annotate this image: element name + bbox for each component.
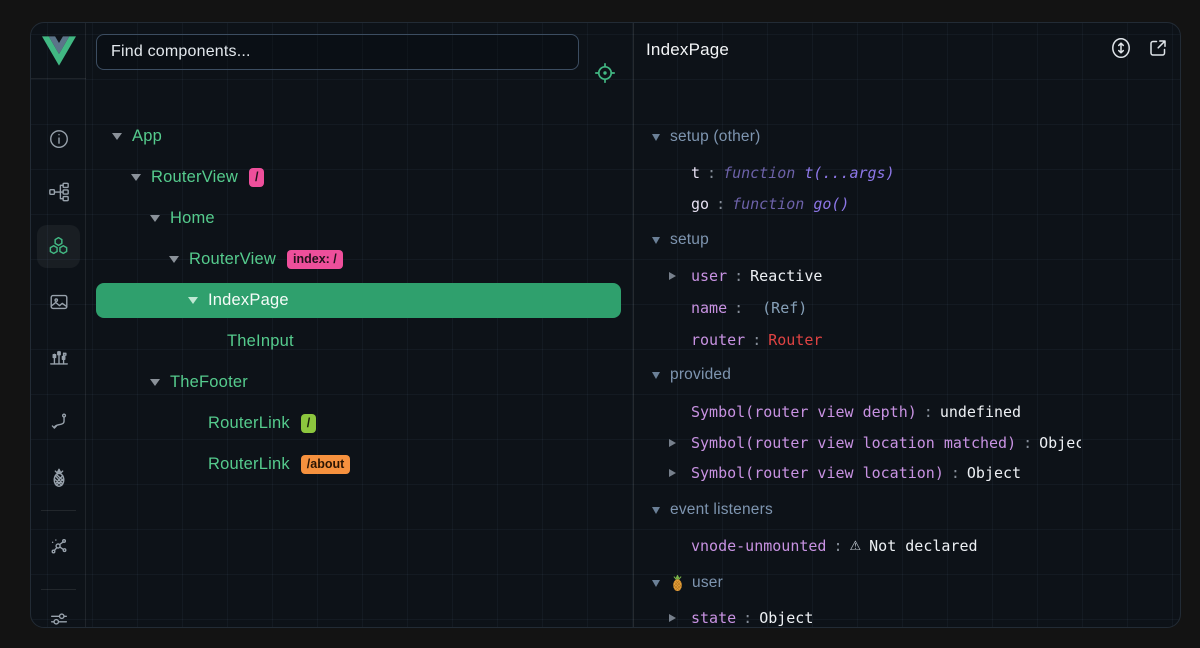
collapse-arrow-icon[interactable] (652, 580, 660, 587)
inspector-panel: IndexPage setup (other) t : function t(.… (635, 23, 1181, 628)
section-header-event-listeners[interactable]: event listeners (635, 498, 1181, 522)
graph-nodes-icon (48, 535, 70, 557)
expand-arrow-icon[interactable] (669, 614, 676, 622)
collapse-arrow-icon[interactable] (652, 507, 660, 514)
state-row-go[interactable]: go : function go() (635, 192, 1181, 216)
inspector-title: IndexPage (646, 40, 729, 60)
tree-row-routerview-index[interactable]: RouterView index: / (86, 239, 634, 280)
section-header-setup[interactable]: setup (635, 228, 1181, 252)
collapse-arrow-icon[interactable] (169, 256, 179, 263)
state-row-symbol-depth[interactable]: Symbol(router view depth) : undefined (635, 400, 1181, 424)
tree-row-app[interactable]: App (86, 116, 634, 157)
icon-sidebar (31, 23, 86, 628)
scroll-arrows-icon (1109, 36, 1133, 60)
sidebar-item-settings[interactable] (37, 597, 80, 628)
tree-row-routerlink-home[interactable]: RouterLink / (86, 403, 634, 444)
collapse-arrow-icon[interactable] (112, 133, 122, 140)
state-row-user[interactable]: user : Reactive (635, 264, 1181, 288)
search-input[interactable]: Find components... (96, 34, 579, 70)
screen: Find components... App RouterView / Home… (0, 0, 1200, 648)
divider (41, 510, 76, 511)
sidebar-item-info[interactable] (37, 117, 80, 160)
collapse-arrow-icon[interactable] (652, 134, 660, 141)
sliders-bench-icon (48, 346, 70, 368)
tree-row-indexpage-selected[interactable]: IndexPage (86, 280, 634, 321)
state-row-router[interactable]: router : Router (635, 328, 1181, 352)
collapse-arrow-icon[interactable] (652, 237, 660, 244)
component-picker-button[interactable] (593, 61, 617, 85)
tree-row-routerview[interactable]: RouterView / (86, 157, 634, 198)
divider (41, 589, 76, 590)
tree-structure-icon (48, 181, 70, 203)
sidebar-item-router[interactable] (37, 400, 80, 443)
components-hexagons-icon (47, 235, 70, 258)
sidebar-item-component-tree[interactable] (37, 170, 80, 213)
state-row-symbol-matched[interactable]: Symbol(router view location matched) : O… (635, 431, 1181, 455)
external-link-icon (1146, 36, 1170, 60)
collapse-arrow-icon[interactable] (652, 372, 660, 379)
collapse-arrow-icon[interactable] (188, 297, 198, 304)
sidebar-item-graph[interactable] (37, 524, 80, 567)
scroll-to-component-button[interactable] (1109, 36, 1133, 60)
selected-row-highlight (96, 283, 621, 318)
collapse-arrow-icon[interactable] (131, 174, 141, 181)
state-row-t[interactable]: t : function t(...args) (635, 161, 1181, 185)
warning-icon: ⚠ (850, 539, 862, 554)
sidebar-item-components[interactable] (37, 225, 80, 268)
route-badge: / (301, 414, 316, 433)
expand-arrow-icon[interactable] (669, 469, 676, 477)
settings-sliders-icon (48, 608, 70, 629)
route-badge: /about (301, 455, 351, 474)
state-row-symbol-location[interactable]: Symbol(router view location) : Object (635, 461, 1181, 485)
sidebar-item-assets[interactable] (37, 280, 80, 323)
tree-row-home[interactable]: Home (86, 198, 634, 239)
section-header-user-store[interactable]: user (635, 571, 1181, 595)
vue-logo (31, 23, 86, 79)
collapse-arrow-icon[interactable] (150, 379, 160, 386)
state-row-vnode-unmounted[interactable]: vnode-unmounted : ⚠ Not declared (635, 534, 1181, 558)
route-badge: index: / (287, 250, 343, 269)
open-in-editor-button[interactable] (1146, 36, 1170, 60)
expand-arrow-icon[interactable] (669, 439, 676, 447)
expand-arrow-icon[interactable] (669, 272, 676, 280)
pinia-pineapple-icon (48, 467, 70, 489)
sidebar-item-pinia[interactable] (37, 456, 80, 499)
tree-row-theinput[interactable]: TheInput (86, 321, 634, 362)
search-placeholder: Find components... (111, 43, 251, 61)
vue-logo-icon (42, 36, 76, 66)
target-icon (593, 61, 617, 85)
collapse-arrow-icon[interactable] (150, 215, 160, 222)
tree-row-thefooter[interactable]: TheFooter (86, 362, 634, 403)
route-badge: / (249, 168, 264, 187)
components-tree-panel: Find components... App RouterView / Home… (86, 23, 634, 628)
state-row-name[interactable]: name : (Ref) (635, 296, 1181, 320)
pinia-icon (670, 575, 685, 592)
route-hook-icon (48, 411, 70, 433)
state-row-state[interactable]: state : Object (635, 606, 1181, 628)
sidebar-item-timeline[interactable] (37, 335, 80, 378)
tree-row-routerlink-about[interactable]: RouterLink /about (86, 444, 634, 485)
info-icon (48, 128, 70, 150)
image-icon (48, 291, 70, 313)
section-header-setup-other[interactable]: setup (other) (635, 125, 1181, 149)
vue-devtools-window: Find components... App RouterView / Home… (30, 22, 1181, 628)
section-header-provided[interactable]: provided (635, 363, 1181, 387)
